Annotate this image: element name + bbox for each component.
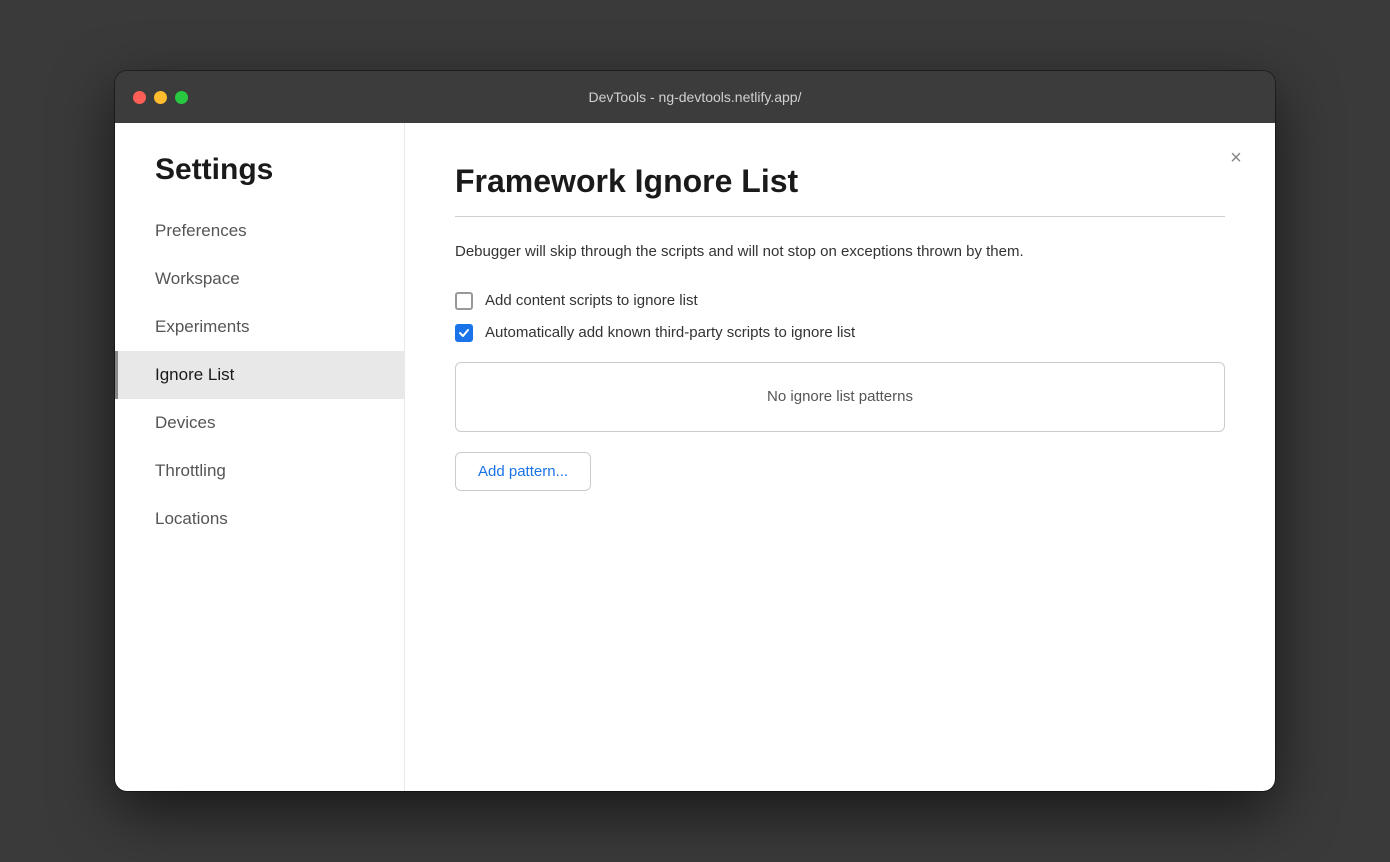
page-title: Framework Ignore List [455, 163, 1225, 200]
close-button[interactable]: × [1221, 143, 1251, 173]
add-pattern-button[interactable]: Add pattern... [455, 452, 591, 491]
checkbox-unchecked-icon [455, 292, 473, 310]
patterns-box: No ignore list patterns [455, 362, 1225, 432]
sidebar-item-locations[interactable]: Locations [115, 495, 404, 543]
maximize-traffic-light[interactable] [175, 91, 188, 104]
description: Debugger will skip through the scripts a… [455, 241, 1135, 264]
sidebar-item-experiments[interactable]: Experiments [115, 303, 404, 351]
sidebar-item-ignore-list[interactable]: Ignore List [115, 351, 404, 399]
minimize-traffic-light[interactable] [154, 91, 167, 104]
titlebar: DevTools - ng-devtools.netlify.app/ [115, 71, 1275, 123]
sidebar-item-throttling[interactable]: Throttling [115, 447, 404, 495]
sidebar-item-workspace[interactable]: Workspace [115, 255, 404, 303]
sidebar-item-preferences[interactable]: Preferences [115, 207, 404, 255]
sidebar: Settings Preferences Workspace Experimen… [115, 123, 405, 791]
window: DevTools - ng-devtools.netlify.app/ Sett… [115, 71, 1275, 791]
checkbox-content-scripts[interactable] [455, 292, 473, 310]
sidebar-heading: Settings [115, 153, 404, 187]
traffic-lights [133, 91, 188, 104]
sidebar-item-devices[interactable]: Devices [115, 399, 404, 447]
close-traffic-light[interactable] [133, 91, 146, 104]
checkbox-third-party[interactable] [455, 324, 473, 342]
checkbox-item-third-party: Automatically add known third-party scri… [455, 324, 1225, 342]
titlebar-title: DevTools - ng-devtools.netlify.app/ [589, 89, 802, 105]
checkbox-third-party-label[interactable]: Automatically add known third-party scri… [485, 324, 855, 341]
window-content: Settings Preferences Workspace Experimen… [115, 123, 1275, 791]
checkbox-item-content-scripts: Add content scripts to ignore list [455, 292, 1225, 310]
checkbox-content-scripts-label[interactable]: Add content scripts to ignore list [485, 292, 698, 309]
patterns-empty-text: No ignore list patterns [767, 388, 913, 405]
divider [455, 216, 1225, 217]
main-content: × Framework Ignore List Debugger will sk… [405, 123, 1275, 791]
checkbox-checked-icon [455, 324, 473, 342]
